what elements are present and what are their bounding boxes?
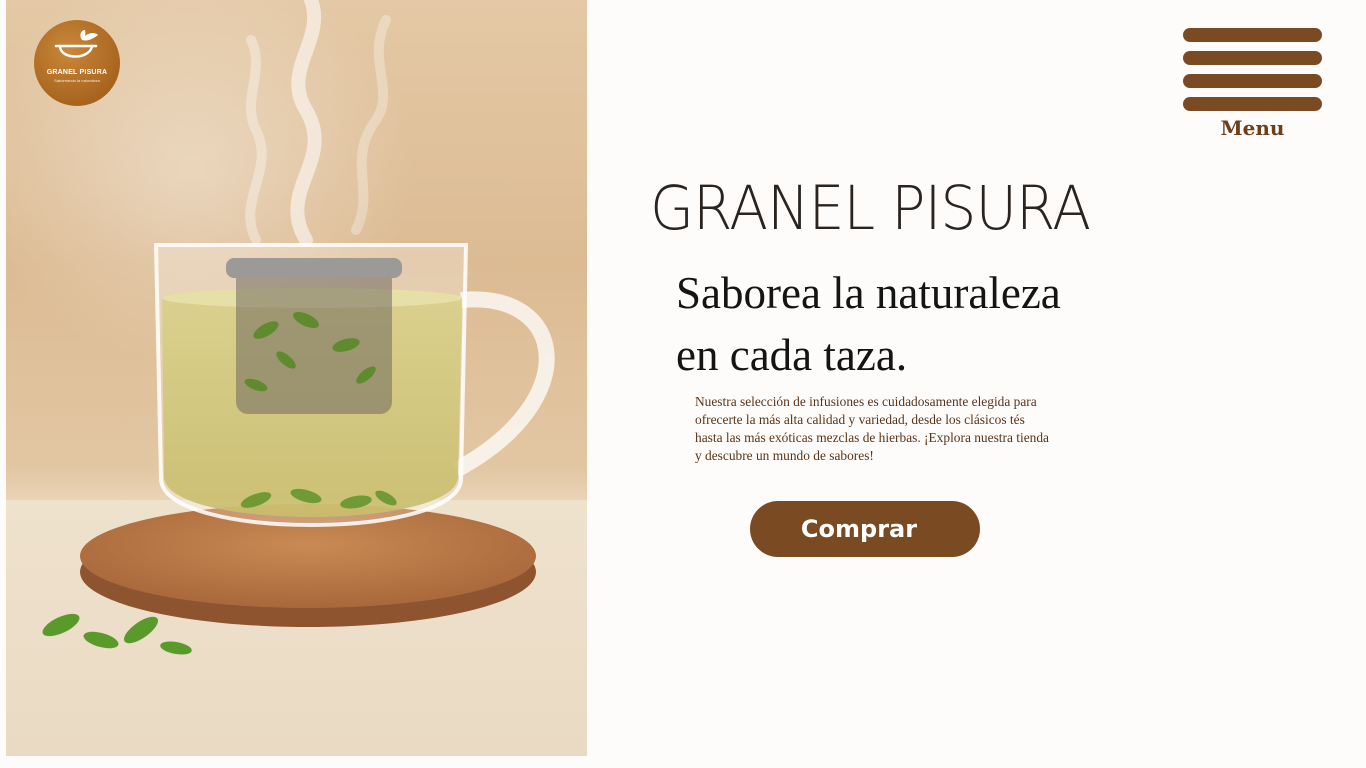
buy-button[interactable]: Comprar [750, 501, 980, 557]
page-title: GRANEL PISURA [650, 173, 1091, 244]
tagline-line: Saborea la naturaleza [676, 268, 1061, 318]
hero-description: Nuestra selección de infusiones es cuida… [695, 393, 1115, 465]
hamburger-icon-bar [1183, 74, 1322, 88]
hero-tea-image [6, 0, 587, 756]
brand-logo[interactable]: GRANEL PISURA Saboreando la naturaleza [34, 20, 120, 106]
tagline-line: en cada taza. [676, 330, 908, 380]
description-line: y descubre un mundo de sabores! [695, 448, 874, 463]
hamburger-icon-bar [1183, 97, 1322, 111]
description-line: Nuestra selección de infusiones es cuida… [695, 394, 1037, 409]
description-line: ofrecerte la más alta calidad y variedad… [695, 412, 1025, 427]
menu-button[interactable]: Menu [1183, 28, 1322, 138]
hamburger-icon-bar [1183, 51, 1322, 65]
logo-brand-text: GRANEL PISURA [46, 69, 108, 76]
hero-tagline: Saborea la naturaleza en cada taza. [676, 262, 1196, 386]
tea-cup-leaf-icon [54, 30, 98, 58]
hamburger-icon-bar [1183, 28, 1322, 42]
logo-tagline: Saboreando la naturaleza [54, 78, 100, 83]
menu-label: Menu [1220, 116, 1285, 140]
description-line: hasta las más exóticas mezclas de hierba… [695, 430, 1049, 445]
